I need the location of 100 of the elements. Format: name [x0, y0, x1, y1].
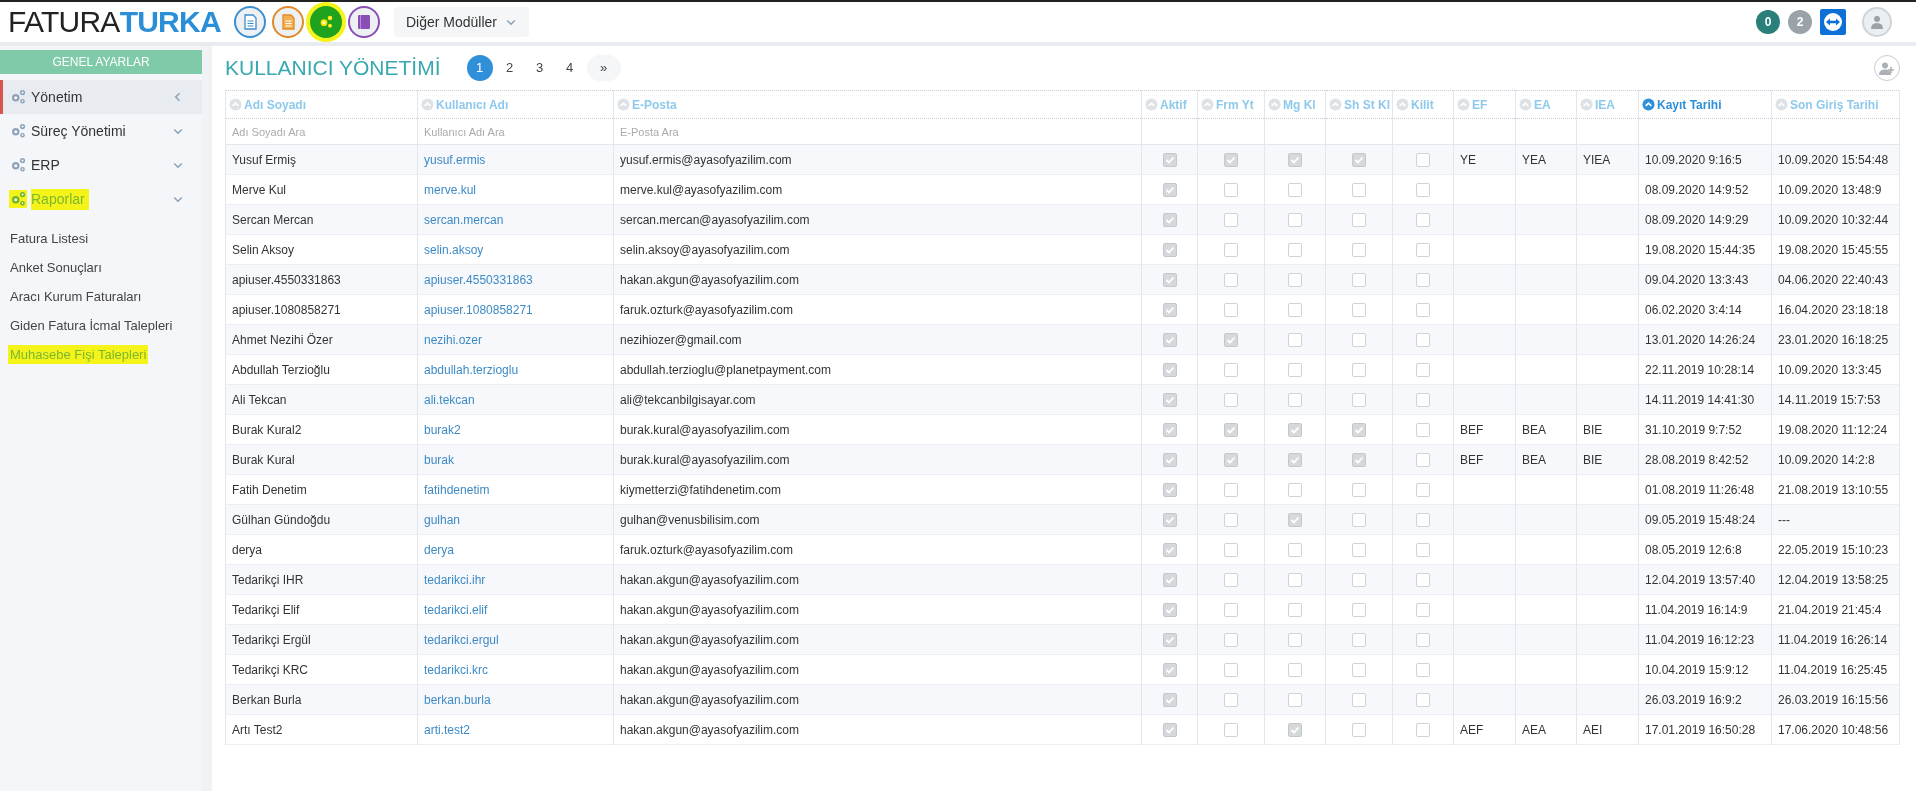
checkbox[interactable] [1416, 363, 1430, 378]
checkbox[interactable] [1162, 213, 1177, 228]
username-link[interactable]: abdullah.terzioglu [424, 362, 519, 377]
username-link[interactable]: ali.tekcan [424, 392, 475, 407]
checkbox[interactable] [1416, 483, 1430, 498]
username-link[interactable]: arti.test2 [424, 722, 471, 737]
checkbox[interactable] [1224, 153, 1238, 168]
submenu-item[interactable]: Giden Fatura İcmal Talepleri [8, 315, 175, 336]
checkbox[interactable] [1288, 363, 1302, 378]
submenu-item[interactable]: Fatura Listesi [8, 228, 91, 249]
checkbox[interactable] [1352, 213, 1366, 228]
checkbox[interactable] [1224, 393, 1238, 408]
checkbox[interactable] [1352, 183, 1366, 198]
checkbox[interactable] [1162, 453, 1177, 468]
checkbox[interactable] [1162, 483, 1177, 498]
checkbox[interactable] [1162, 363, 1177, 378]
checkbox[interactable] [1416, 393, 1430, 408]
username-link[interactable]: berkan.burla [424, 692, 491, 707]
username-link[interactable]: burak2 [424, 422, 461, 437]
checkbox[interactable] [1288, 183, 1302, 198]
checkbox[interactable] [1288, 513, 1302, 528]
checkbox[interactable] [1224, 423, 1238, 438]
username-link[interactable]: sercan.mercan [424, 212, 504, 227]
page-button[interactable]: » [586, 55, 621, 81]
submenu-item[interactable]: Muhasebe Fişi Talepleri [8, 344, 149, 365]
username-link[interactable]: apiuser.1080858271 [424, 302, 533, 317]
page-button[interactable]: 4 [556, 55, 583, 81]
checkbox[interactable] [1162, 603, 1177, 618]
checkbox[interactable] [1352, 153, 1366, 168]
checkbox[interactable] [1352, 363, 1366, 378]
module-button[interactable] [310, 6, 342, 38]
search-field[interactable]: Kullanıcı Adı Ara [424, 123, 607, 140]
checkbox[interactable] [1224, 243, 1238, 258]
checkbox[interactable] [1162, 153, 1177, 168]
checkbox[interactable] [1352, 243, 1366, 258]
checkbox[interactable] [1162, 663, 1177, 678]
checkbox[interactable] [1288, 273, 1302, 288]
username-link[interactable]: tedarikci.elif [424, 602, 488, 617]
checkbox[interactable] [1288, 573, 1302, 588]
other-modules-dropdown[interactable]: Diğer Modüller [394, 7, 530, 37]
checkbox[interactable] [1352, 693, 1366, 708]
checkbox[interactable] [1352, 453, 1366, 468]
count-badge[interactable]: 0 [1756, 10, 1780, 34]
checkbox[interactable] [1224, 663, 1238, 678]
checkbox[interactable] [1416, 663, 1430, 678]
checkbox[interactable] [1288, 243, 1302, 258]
checkbox[interactable] [1352, 303, 1366, 318]
checkbox[interactable] [1162, 633, 1177, 648]
module-button[interactable] [348, 6, 380, 38]
username-link[interactable]: tedarikci.ihr [424, 572, 486, 587]
checkbox[interactable] [1162, 693, 1177, 708]
username-link[interactable]: nezihi.ozer [424, 332, 483, 347]
checkbox[interactable] [1416, 453, 1430, 468]
checkbox[interactable] [1224, 573, 1238, 588]
checkbox[interactable] [1224, 603, 1238, 618]
checkbox[interactable] [1162, 183, 1177, 198]
checkbox[interactable] [1416, 543, 1430, 558]
checkbox[interactable] [1416, 423, 1430, 438]
username-link[interactable]: tedarikci.ergul [424, 632, 499, 647]
checkbox[interactable] [1288, 453, 1302, 468]
submenu-item[interactable]: Anket Sonuçları [8, 257, 104, 278]
checkbox[interactable] [1416, 603, 1430, 618]
username-link[interactable]: derya [424, 542, 455, 557]
checkbox[interactable] [1162, 393, 1177, 408]
checkbox[interactable] [1162, 723, 1177, 738]
checkbox[interactable] [1288, 303, 1302, 318]
checkbox[interactable] [1224, 363, 1238, 378]
search-field[interactable]: Adı Soyadı Ara [232, 123, 411, 140]
checkbox[interactable] [1416, 633, 1430, 648]
checkbox[interactable] [1352, 483, 1366, 498]
checkbox[interactable] [1288, 393, 1302, 408]
checkbox[interactable] [1288, 693, 1302, 708]
checkbox[interactable] [1352, 393, 1366, 408]
checkbox[interactable] [1288, 633, 1302, 648]
sidebar-item[interactable]: Yönetim [0, 80, 202, 114]
checkbox[interactable] [1288, 483, 1302, 498]
checkbox[interactable] [1162, 273, 1177, 288]
sidebar-item[interactable]: Raporlar [0, 182, 202, 216]
checkbox[interactable] [1352, 723, 1366, 738]
username-link[interactable]: merve.kul [424, 182, 476, 197]
username-link[interactable]: gulhan [424, 512, 461, 527]
checkbox[interactable] [1224, 633, 1238, 648]
column-header[interactable]: Kayıt Tarihi [1657, 95, 1722, 114]
checkbox[interactable] [1416, 273, 1430, 288]
checkbox[interactable] [1416, 183, 1430, 198]
username-link[interactable]: tedarikci.krc [424, 662, 488, 677]
checkbox[interactable] [1288, 153, 1302, 168]
module-button[interactable] [234, 6, 266, 38]
checkbox[interactable] [1162, 303, 1177, 318]
sidebar-item[interactable]: ERP [0, 148, 202, 182]
checkbox[interactable] [1416, 153, 1430, 168]
checkbox[interactable] [1224, 333, 1238, 348]
checkbox[interactable] [1288, 213, 1302, 228]
checkbox[interactable] [1416, 213, 1430, 228]
page-button[interactable]: 2 [496, 55, 523, 81]
checkbox[interactable] [1224, 453, 1238, 468]
checkbox[interactable] [1416, 723, 1430, 738]
checkbox[interactable] [1416, 693, 1430, 708]
checkbox[interactable] [1224, 513, 1238, 528]
checkbox[interactable] [1416, 243, 1430, 258]
